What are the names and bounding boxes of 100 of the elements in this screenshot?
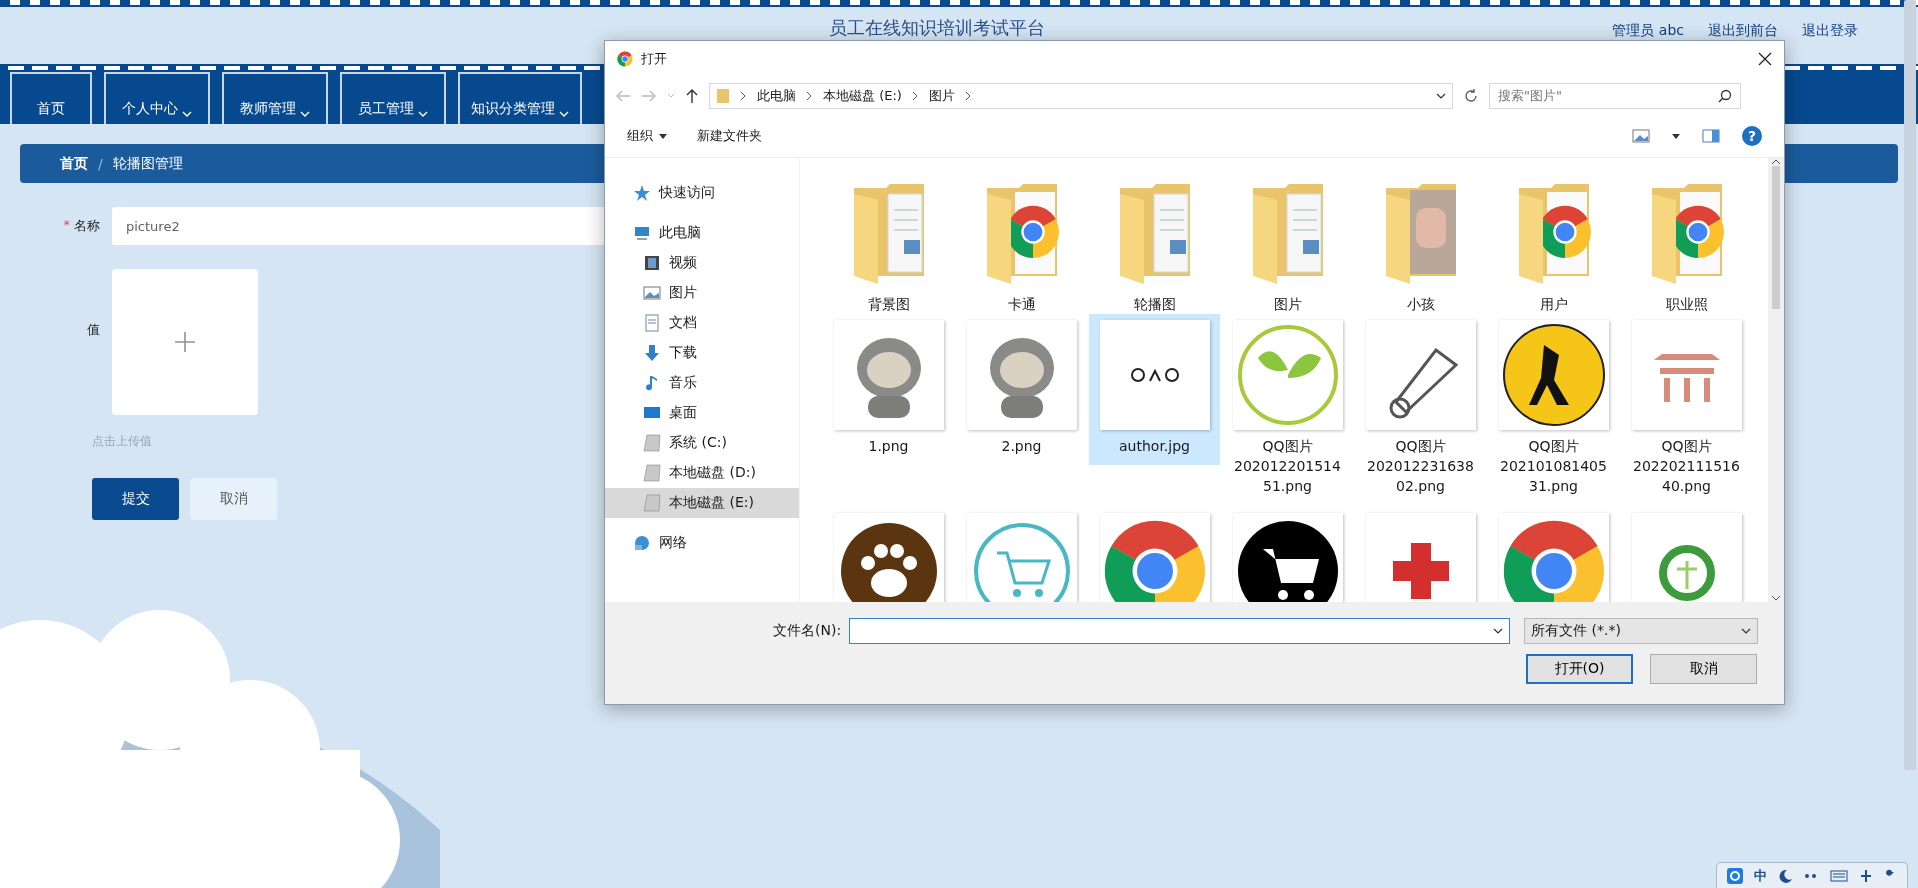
- nav-tab[interactable]: 个人中心: [104, 72, 210, 124]
- file-item[interactable]: QQ图片20220211151640.png: [1620, 314, 1753, 507]
- file-name: author.jpg: [1118, 437, 1191, 456]
- path-segment[interactable]: 本地磁盘 (E:): [823, 87, 902, 105]
- chevron-icon: [964, 91, 972, 101]
- required-mark: *: [63, 217, 70, 234]
- file-item[interactable]: QQ图片20210108140531.png: [1487, 314, 1620, 507]
- nav-pane-item[interactable]: 下载: [605, 338, 799, 368]
- file-item[interactable]: 2.png: [955, 314, 1088, 507]
- document-icon: [643, 314, 661, 332]
- nav-pane-item[interactable]: 视频: [605, 248, 799, 278]
- up-icon[interactable]: [685, 88, 699, 104]
- file-name: 1.png: [867, 437, 910, 456]
- file-name: QQ图片20201223163802.png: [1366, 437, 1475, 496]
- split-icon[interactable]: [1859, 868, 1872, 883]
- dropdown-caret-icon: [1493, 627, 1504, 635]
- file-name: QQ图片20220211151640.png: [1632, 437, 1741, 496]
- nav-tab[interactable]: 知识分类管理: [458, 72, 582, 124]
- file-type-select[interactable]: 所有文件 (*.*): [1524, 618, 1759, 644]
- cancel-button[interactable]: 取消: [190, 478, 277, 520]
- nav-pane-item[interactable]: 系统 (C:): [605, 428, 799, 458]
- nav-pane-item[interactable]: 快速访问: [605, 178, 799, 208]
- new-folder-button[interactable]: 新建文件夹: [697, 127, 762, 145]
- file-name-field[interactable]: [849, 618, 1511, 644]
- chevron-icon: [911, 91, 919, 101]
- nav-pane-item[interactable]: 音乐: [605, 368, 799, 398]
- scrollbar-thumb[interactable]: [1772, 166, 1780, 309]
- breadcrumb-item[interactable]: 首页: [60, 154, 88, 173]
- address-bar[interactable]: 此电脑 本地磁盘 (E:) 图片: [709, 83, 1453, 109]
- view-icon[interactable]: [1632, 129, 1650, 143]
- cancel-button[interactable]: 取消: [1650, 654, 1757, 684]
- dropdown-caret-icon[interactable]: [1436, 92, 1446, 100]
- file-item[interactable]: 用户: [1487, 176, 1620, 314]
- ime-mode[interactable]: 中: [1754, 866, 1768, 885]
- drive-icon: [643, 494, 661, 512]
- moon-icon[interactable]: [1778, 868, 1793, 883]
- file-item[interactable]: 小孩: [1354, 176, 1487, 314]
- plus-icon: [174, 331, 196, 353]
- file-item[interactable]: author.jpg: [1089, 314, 1220, 465]
- nav-pane-item[interactable]: 网络: [605, 528, 799, 558]
- nav-tab[interactable]: 首页: [10, 72, 92, 124]
- download-icon: [643, 344, 661, 362]
- nav-pane-item[interactable]: 文档: [605, 308, 799, 338]
- field-label: 名称: [74, 217, 100, 235]
- nav-pane-item[interactable]: 此电脑: [605, 218, 799, 248]
- path-segment[interactable]: 此电脑: [757, 87, 796, 105]
- close-icon[interactable]: [1758, 52, 1772, 66]
- punctuation-icon[interactable]: [1804, 871, 1819, 880]
- site-title: 员工在线知识培训考试平台: [829, 17, 1045, 39]
- open-button[interactable]: 打开(O): [1526, 654, 1633, 684]
- refresh-icon[interactable]: [1463, 88, 1479, 104]
- file-name: QQ图片20201220151451.png: [1233, 437, 1342, 496]
- file-item[interactable]: QQ图片20201223163802.png: [1354, 314, 1487, 507]
- file-name: QQ图片20210108140531.png: [1499, 437, 1608, 496]
- caret-icon: [182, 110, 192, 118]
- app-icon: [617, 51, 633, 67]
- search-icon: [1718, 89, 1732, 103]
- file-item[interactable]: 职业照: [1620, 176, 1753, 314]
- keyboard-icon[interactable]: [1830, 869, 1849, 882]
- file-name: 职业照: [1664, 295, 1709, 314]
- header-link[interactable]: 退出到前台: [1708, 21, 1778, 39]
- file-item[interactable]: QQ图片20201220151451.png: [1221, 314, 1354, 507]
- drive-icon: [643, 434, 661, 452]
- user-name: 管理员 abc: [1612, 21, 1684, 39]
- submit-button[interactable]: 提交: [92, 478, 179, 520]
- header-link[interactable]: 退出登录: [1802, 21, 1858, 39]
- file-name: 用户: [1538, 295, 1569, 314]
- preview-pane-icon[interactable]: [1702, 129, 1720, 143]
- folder-icon: [716, 88, 730, 104]
- nav-pane-item[interactable]: 图片: [605, 278, 799, 308]
- file-item[interactable]: 图片: [1221, 176, 1354, 314]
- video-icon: [643, 254, 661, 272]
- search-field[interactable]: 搜索"图片": [1489, 83, 1741, 109]
- ime-logo-icon[interactable]: [1726, 867, 1743, 884]
- file-name: 轮播图: [1132, 295, 1177, 314]
- file-name: 卡通: [1006, 295, 1037, 314]
- file-name: 小孩: [1405, 295, 1436, 314]
- caret-icon: [1741, 627, 1752, 635]
- caret-icon: [659, 133, 667, 139]
- chevron-icon: [740, 91, 747, 101]
- scroll-down-icon[interactable]: [1771, 594, 1781, 602]
- file-name-label: 文件名(N):: [773, 622, 842, 640]
- file-item[interactable]: 轮播图: [1088, 176, 1221, 314]
- path-segment[interactable]: 图片: [928, 87, 955, 105]
- nav-pane-item[interactable]: 桌面: [605, 398, 799, 428]
- scrollbar[interactable]: [1768, 158, 1784, 602]
- file-item[interactable]: 1.png: [822, 314, 955, 507]
- view-caret-icon[interactable]: [1672, 133, 1680, 139]
- organize-menu[interactable]: 组织: [627, 127, 667, 145]
- nav-tab[interactable]: 员工管理: [340, 72, 446, 124]
- nav-pane-item[interactable]: 本地磁盘 (E:): [605, 488, 799, 518]
- scroll-up-icon[interactable]: [1771, 158, 1781, 166]
- help-button[interactable]: ?: [1742, 126, 1762, 146]
- file-name: 背景图: [866, 295, 911, 314]
- breadcrumb-separator: /: [98, 155, 103, 172]
- nav-pane-item[interactable]: 本地磁盘 (D:): [605, 458, 799, 488]
- page-scrollbar[interactable]: [1904, 0, 1916, 770]
- nav-tab[interactable]: 教师管理: [222, 72, 328, 124]
- caret-icon: [418, 110, 428, 118]
- file-name: 图片: [1272, 295, 1303, 314]
